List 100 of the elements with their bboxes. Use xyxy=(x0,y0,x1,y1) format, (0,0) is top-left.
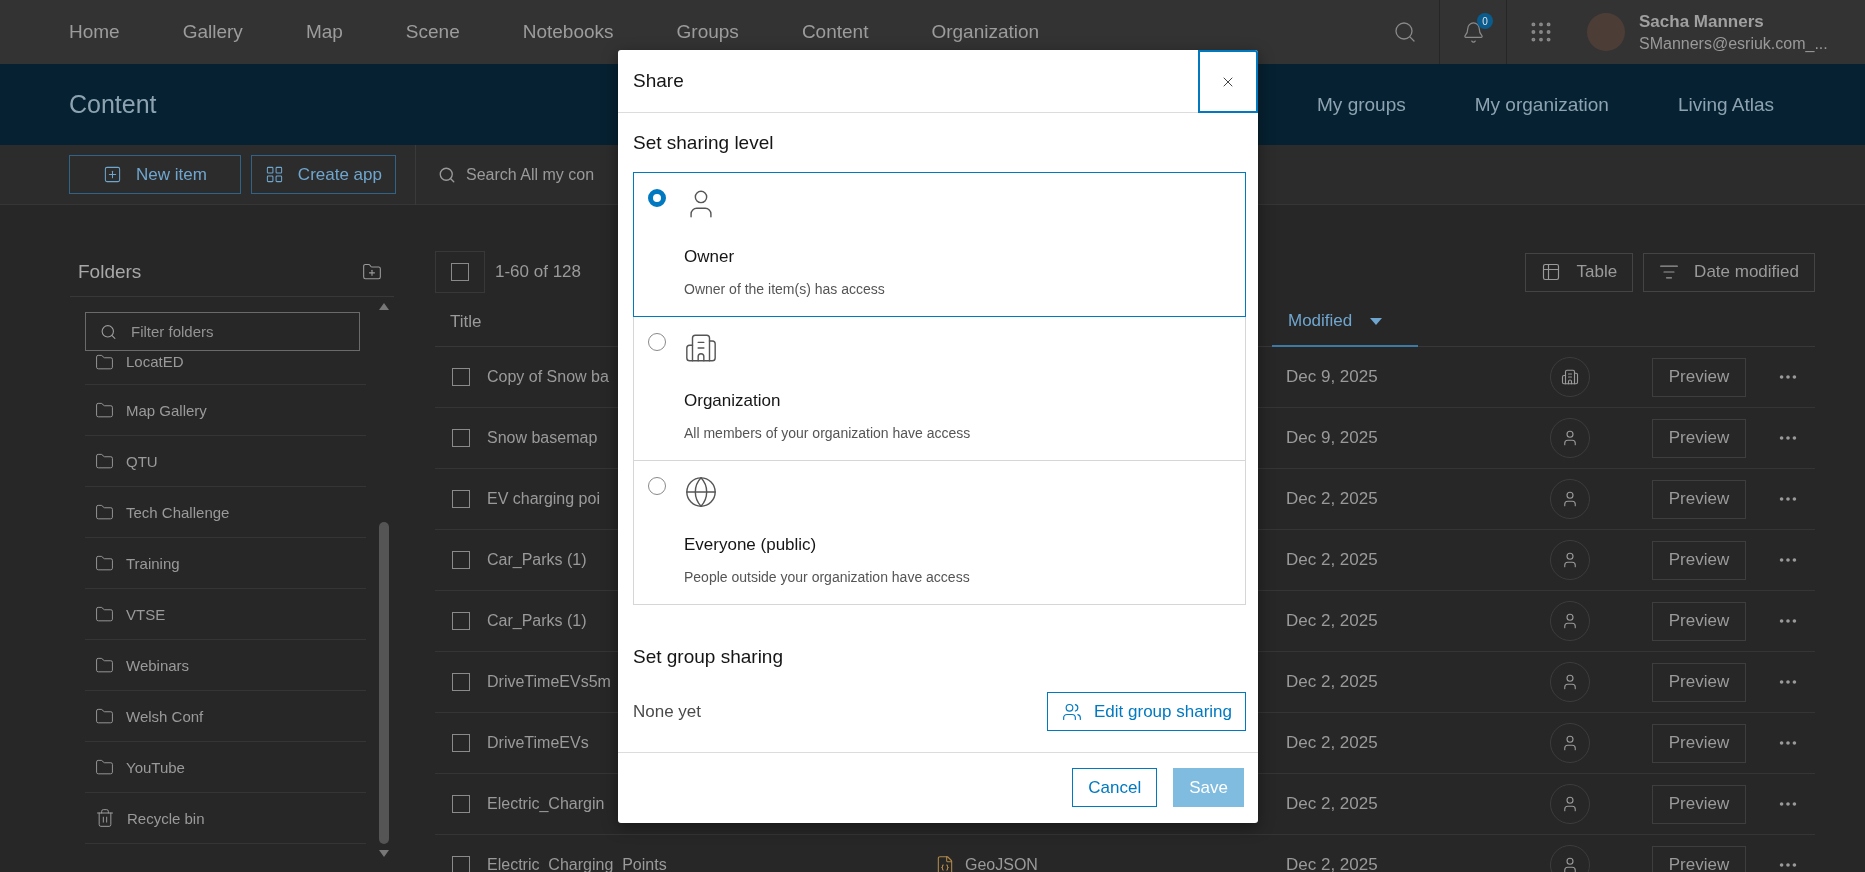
checkbox[interactable] xyxy=(452,490,470,508)
preview-button[interactable]: Preview xyxy=(1652,662,1746,702)
folder-item[interactable]: Webinars xyxy=(126,656,190,674)
checkbox[interactable] xyxy=(452,551,470,569)
create-app-button[interactable]: Create app xyxy=(250,155,396,194)
folder-icon xyxy=(95,553,114,573)
folders-title: Folders xyxy=(78,260,142,283)
search-icon[interactable] xyxy=(1393,20,1417,44)
nav-link[interactable]: Notebooks xyxy=(522,21,614,43)
filter-field[interactable]: Filter folders xyxy=(85,312,360,351)
person-icon xyxy=(1561,429,1579,447)
option-label: Everyone (public) xyxy=(684,535,817,555)
sharing-option[interactable]: Owner Owner of the item(s) has access xyxy=(633,172,1246,317)
folder-icon xyxy=(95,400,114,420)
section-heading: Set sharing level xyxy=(633,132,774,154)
preview-button[interactable]: Preview xyxy=(1652,540,1746,580)
plus-icon xyxy=(103,165,122,184)
folder-icon xyxy=(95,353,114,372)
preview-button[interactable]: Preview xyxy=(1652,357,1746,397)
radio-button[interactable] xyxy=(648,333,666,351)
nav-link[interactable]: Organization xyxy=(931,21,1040,43)
new-folder-icon[interactable] xyxy=(362,261,382,282)
preview-button[interactable]: Preview xyxy=(1652,723,1746,763)
nav-link[interactable]: Content xyxy=(801,21,869,43)
content-tab[interactable]: My organization xyxy=(1474,93,1609,116)
folder-item[interactable]: Training xyxy=(126,554,180,572)
preview-button[interactable]: Preview xyxy=(1652,418,1746,458)
checkbox[interactable] xyxy=(452,368,470,386)
checkbox[interactable] xyxy=(451,263,469,281)
checkbox[interactable] xyxy=(452,795,470,813)
date-cell: Dec 2, 2025 xyxy=(1286,672,1378,692)
item-title[interactable]: Copy of Snow ba xyxy=(487,368,609,386)
checkbox[interactable] xyxy=(452,734,470,752)
search-icon xyxy=(100,323,117,340)
file-icon xyxy=(935,855,955,872)
user-email: SManners@esriuk.com_... xyxy=(1639,34,1828,53)
date-cell: Dec 2, 2025 xyxy=(1286,855,1378,872)
nav-link[interactable]: Map xyxy=(305,21,343,43)
scroll-up-icon[interactable] xyxy=(379,303,389,310)
date-cell: Dec 2, 2025 xyxy=(1286,489,1378,509)
date-cell: Dec 2, 2025 xyxy=(1286,733,1378,753)
folder-item[interactable]: Welsh Conf xyxy=(126,707,204,725)
nav-link[interactable]: Home xyxy=(69,21,120,43)
notification-badge: 0 xyxy=(1477,13,1493,29)
search-field[interactable]: Search All my con xyxy=(430,154,620,195)
checkbox[interactable] xyxy=(452,856,470,872)
item-title[interactable]: Electric_Chargin xyxy=(487,795,605,813)
preview-button[interactable]: Preview xyxy=(1652,845,1746,872)
search-icon xyxy=(438,165,456,184)
nav-link[interactable]: Gallery xyxy=(182,21,243,43)
scrollbar-thumb[interactable] xyxy=(379,522,389,844)
sharing-option[interactable]: Organization All members of your organization have access xyxy=(633,316,1246,461)
preview-button[interactable]: Preview xyxy=(1652,479,1746,519)
item-title[interactable]: Car_Parks (1) xyxy=(487,551,587,569)
folder-item[interactable]: YouTube xyxy=(126,758,185,776)
checkbox[interactable] xyxy=(452,673,470,691)
new-item-button[interactable]: New item xyxy=(69,155,241,194)
edit-group-button[interactable]: Edit group sharing xyxy=(1047,692,1246,731)
content-tab[interactable]: Living Atlas xyxy=(1677,93,1774,116)
folder-icon xyxy=(95,655,114,675)
content-tab[interactable]: My groups xyxy=(1317,93,1406,116)
radio-button[interactable] xyxy=(648,477,666,495)
date-cell: Dec 9, 2025 xyxy=(1286,367,1378,387)
preview-button[interactable]: Preview xyxy=(1652,601,1746,641)
folder-item[interactable]: Recycle bin xyxy=(127,809,205,827)
item-title[interactable]: DriveTimeEVs5m xyxy=(487,673,611,691)
folder-item[interactable]: VTSE xyxy=(126,605,166,623)
date-cell: Dec 9, 2025 xyxy=(1286,428,1378,448)
folder-item[interactable]: QTU xyxy=(126,452,158,470)
scroll-down-icon[interactable] xyxy=(379,850,389,857)
page-title: Content xyxy=(69,90,157,119)
group-status: None yet xyxy=(633,701,702,722)
user-name: Sacha Manners xyxy=(1639,11,1765,32)
cancel-button[interactable]: Cancel xyxy=(1072,768,1158,807)
preview-button[interactable]: Preview xyxy=(1652,784,1746,824)
column-header[interactable]: Title xyxy=(435,312,482,332)
checkbox[interactable] xyxy=(452,429,470,447)
date-cell: Dec 2, 2025 xyxy=(1286,611,1378,631)
building-icon xyxy=(1561,368,1579,386)
item-title[interactable]: Snow basemap xyxy=(487,429,598,447)
nav-link[interactable]: Groups xyxy=(676,21,739,43)
sorted-column-header[interactable]: Modified xyxy=(1272,297,1418,347)
checkbox[interactable] xyxy=(452,612,470,630)
folder-item[interactable]: Map Gallery xyxy=(126,401,207,419)
person-icon xyxy=(1561,856,1579,872)
view-button[interactable]: Table xyxy=(1525,252,1634,292)
sharing-option[interactable]: Everyone (public) People outside your organization have access xyxy=(633,460,1246,605)
item-title[interactable]: Car_Parks (1) xyxy=(487,612,587,630)
person-icon xyxy=(1561,612,1579,630)
item-title[interactable]: EV charging poi xyxy=(487,490,600,508)
sort-button[interactable]: Date modified xyxy=(1643,252,1815,292)
radio-button[interactable] xyxy=(648,189,666,207)
person-icon xyxy=(1561,734,1579,752)
nav-link[interactable]: Scene xyxy=(405,21,460,43)
folder-icon xyxy=(95,451,114,471)
item-title[interactable]: DriveTimeEVs xyxy=(487,734,589,752)
folder-item[interactable]: LocatED xyxy=(126,353,184,370)
folder-item[interactable]: Tech Challenge xyxy=(126,503,230,521)
person-icon xyxy=(1561,795,1579,813)
close-button[interactable] xyxy=(1198,50,1258,113)
